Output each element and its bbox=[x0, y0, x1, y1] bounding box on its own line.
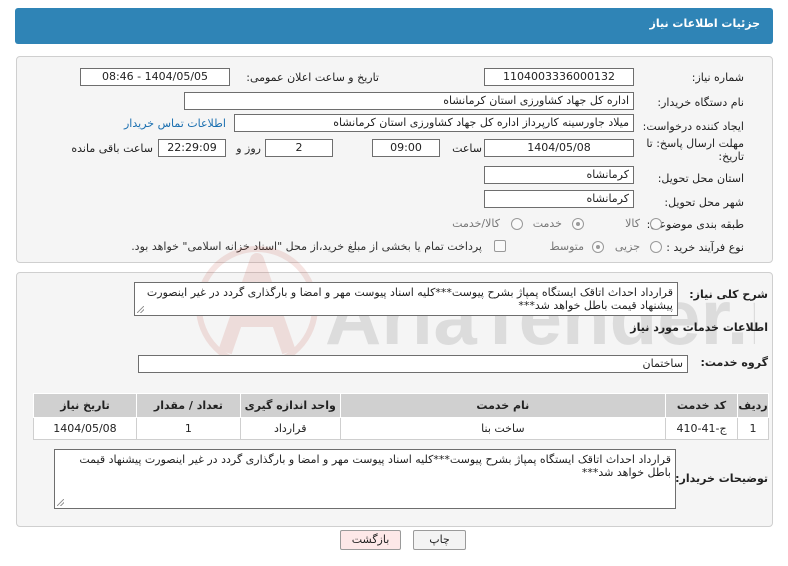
treasury-payment-note: پرداخت تمام یا بخشی از مبلغ خرید،از محل … bbox=[131, 240, 482, 253]
summary-label: شرح کلی نیاز: bbox=[689, 288, 768, 301]
services-section-title: اطلاعات خدمات مورد نیاز bbox=[630, 321, 768, 334]
col-unit: واحد اندازه گیری bbox=[239, 393, 341, 418]
buyer-org-label: نام دستگاه خریدار: bbox=[657, 96, 744, 109]
buyer-org-field: اداره کل جهاد کشاورزی استان کرمانشاه bbox=[184, 92, 634, 110]
cell-service-code: ج-41-410 bbox=[665, 417, 739, 440]
category-goods-service-radio[interactable] bbox=[511, 218, 523, 230]
service-group-field: ساختمان bbox=[138, 355, 688, 373]
buyer-contact-link[interactable]: اطلاعات تماس خریدار bbox=[124, 117, 226, 130]
back-button[interactable]: بازگشت bbox=[340, 530, 401, 550]
category-goods-service-label: کالا/خدمت bbox=[452, 217, 500, 230]
announce-datetime-field: 1404/05/05 - 08:46 bbox=[80, 68, 230, 86]
need-number-field: 1104003336000132 bbox=[484, 68, 634, 86]
col-quantity: تعداد / مقدار bbox=[135, 393, 241, 418]
cell-service-name: ساخت بنا bbox=[339, 417, 667, 440]
process-minor-radio[interactable] bbox=[650, 241, 662, 253]
deadline-label: مهلت ارسال پاسخ: تا تاریخ: bbox=[646, 137, 744, 163]
buyer-notes-textarea[interactable]: قرارداد احداث اتاقک ایستگاه پمپاژ بشرح پ… bbox=[54, 449, 676, 509]
summary-text: قرارداد احداث اتاقک ایستگاه پمپاژ بشرح پ… bbox=[146, 286, 673, 312]
summary-textarea[interactable]: قرارداد احداث اتاقک ایستگاه پمپاژ بشرح پ… bbox=[134, 282, 678, 316]
province-field: کرمانشاه bbox=[484, 166, 634, 184]
buyer-notes-text: قرارداد احداث اتاقک ایستگاه پمپاژ بشرح پ… bbox=[79, 453, 671, 479]
announce-label: تاریخ و ساعت اعلان عمومی: bbox=[246, 71, 379, 84]
process-minor-label: جزیی bbox=[614, 240, 640, 253]
creator-label: ایجاد کننده درخواست: bbox=[642, 120, 744, 133]
col-row-number: ردیف bbox=[737, 393, 769, 418]
services-table-header: ردیف کد خدمت نام خدمت واحد اندازه گیری ت… bbox=[33, 393, 769, 418]
print-button[interactable]: چاپ bbox=[413, 530, 466, 550]
category-goods-radio[interactable] bbox=[650, 218, 662, 230]
category-goods-label: کالا bbox=[625, 217, 640, 230]
deadline-time-label: ساعت bbox=[452, 142, 482, 155]
remaining-time-label: ساعت باقی مانده bbox=[71, 142, 153, 155]
city-field: کرمانشاه bbox=[484, 190, 634, 208]
resize-grip-icon[interactable] bbox=[57, 499, 64, 506]
remaining-time-field: 22:29:09 bbox=[158, 139, 226, 157]
deadline-date-field: 1404/05/08 bbox=[484, 139, 634, 157]
days-label: روز و bbox=[236, 142, 261, 155]
page-title: جزئیات اطلاعات نیاز bbox=[649, 17, 761, 30]
need-number-label: شماره نیاز: bbox=[691, 71, 744, 84]
col-service-name: نام خدمت bbox=[339, 393, 667, 418]
category-service-radio[interactable] bbox=[572, 218, 584, 230]
province-label: استان محل تحویل: bbox=[657, 172, 744, 185]
category-service-label: خدمت bbox=[532, 217, 562, 230]
cell-need-date: 1404/05/08 bbox=[33, 417, 137, 440]
process-medium-radio[interactable] bbox=[592, 241, 604, 253]
process-type-label: نوع فرآیند خرید : bbox=[666, 241, 744, 254]
deadline-time-field: 09:00 bbox=[372, 139, 440, 157]
city-label: شهر محل تحویل: bbox=[664, 196, 744, 209]
col-need-date: تاریخ نیاز bbox=[33, 393, 137, 418]
cell-quantity: 1 bbox=[135, 417, 241, 440]
service-group-label: گروه خدمت: bbox=[700, 356, 768, 369]
cell-row-number: 1 bbox=[737, 417, 769, 440]
process-medium-label: متوسط bbox=[549, 240, 584, 253]
creator-field: میلاد جاورسینه کارپرداز اداره کل جهاد کش… bbox=[234, 114, 634, 132]
table-row: 1 ج-41-410 ساخت بنا قرارداد 1 1404/05/08 bbox=[33, 417, 769, 440]
services-table: ردیف کد خدمت نام خدمت واحد اندازه گیری ت… bbox=[33, 393, 769, 440]
col-service-code: کد خدمت bbox=[665, 393, 739, 418]
treasury-payment-checkbox[interactable] bbox=[494, 240, 506, 252]
days-remaining-field: 2 bbox=[265, 139, 333, 157]
page-header: جزئیات اطلاعات نیاز bbox=[15, 8, 773, 44]
buyer-notes-label: توضیحات خریدار: bbox=[675, 472, 768, 485]
resize-grip-icon[interactable] bbox=[137, 306, 144, 313]
cell-unit: قرارداد bbox=[239, 417, 341, 440]
